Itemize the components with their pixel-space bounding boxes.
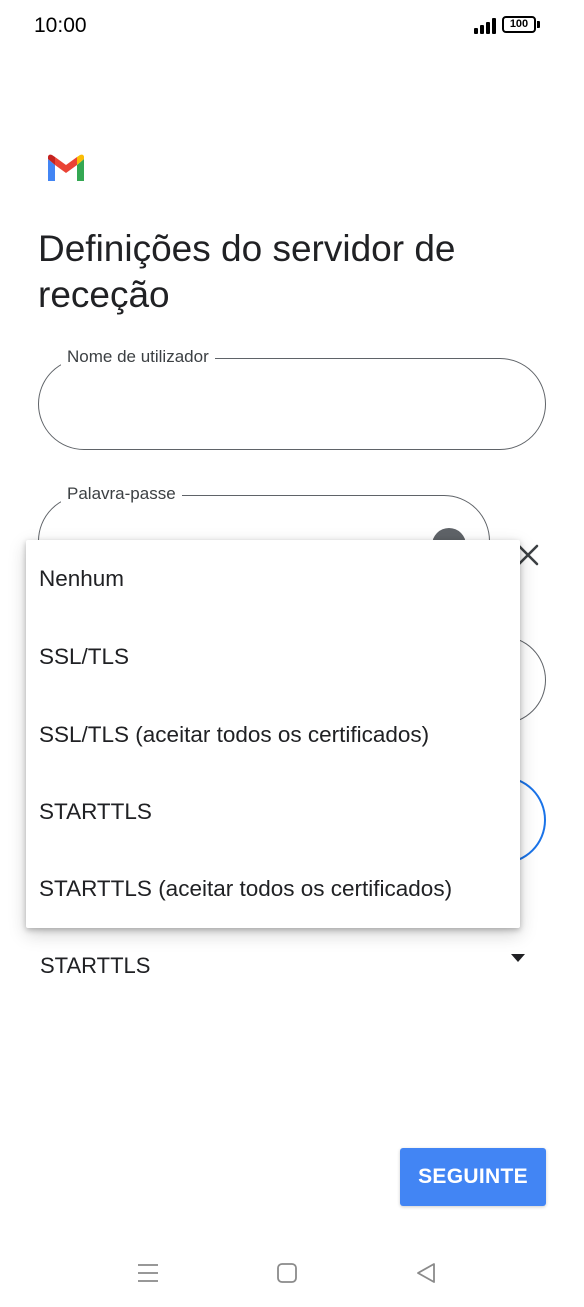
navigation-bar <box>0 1240 584 1307</box>
username-field[interactable]: Nome de utilizador <box>38 347 546 450</box>
battery-tip <box>537 21 540 28</box>
status-bar: 10:00 100 <box>0 0 584 52</box>
signal-icon <box>474 18 496 34</box>
battery-icon: 100 <box>502 16 536 33</box>
menu-item-ssl-tls[interactable]: SSL/TLS <box>26 618 520 696</box>
menu-icon[interactable] <box>128 1258 168 1288</box>
menu-item-starttls-accept-all[interactable]: STARTTLS (aceitar todos os certificados) <box>26 850 520 928</box>
gmail-logo <box>48 154 84 181</box>
page-title: Definições do servidor de receção <box>38 228 456 315</box>
security-type-select[interactable]: STARTTLS <box>40 953 150 979</box>
menu-item-ssl-tls-accept-all[interactable]: SSL/TLS (aceitar todos os certificados) <box>26 696 520 774</box>
home-icon[interactable] <box>267 1258 307 1288</box>
password-label: Palavra-passe <box>61 484 182 504</box>
username-label: Nome de utilizador <box>61 347 215 367</box>
security-dropdown-menu: Nenhum SSL/TLS SSL/TLS (aceitar todos os… <box>26 540 520 928</box>
status-time: 10:00 <box>34 14 87 37</box>
menu-item-none[interactable]: Nenhum <box>26 540 520 618</box>
next-button[interactable]: SEGUINTE <box>400 1148 546 1206</box>
dropdown-arrow-icon[interactable] <box>511 954 525 962</box>
back-icon[interactable] <box>406 1258 446 1288</box>
menu-item-starttls[interactable]: STARTTLS <box>26 773 520 851</box>
